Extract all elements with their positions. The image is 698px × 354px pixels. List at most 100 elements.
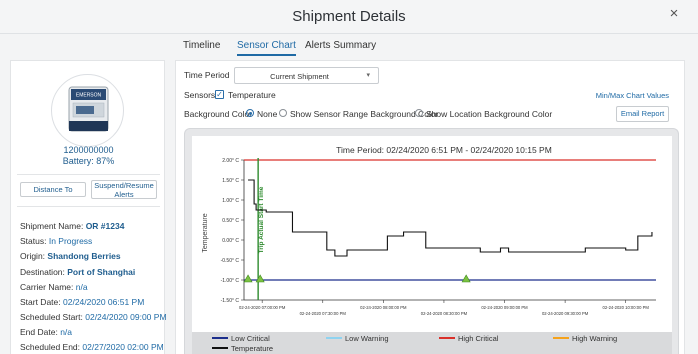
- origin-row: Origin: Shandong Berries: [20, 251, 121, 261]
- end-date-row: End Date: n/a: [20, 327, 72, 337]
- device-logo-text: EMERSON: [76, 93, 102, 99]
- shipment-name-value: OR #1234: [85, 221, 125, 231]
- shipment-name-label: Shipment Name:: [20, 221, 84, 231]
- scheduled-start-row: Scheduled Start: 02/24/2020 09:00 PM: [20, 312, 167, 322]
- legend-high-warning: High Warning: [553, 334, 617, 343]
- x-tick-label: 02-24-2020 10:00:00 PM: [603, 305, 650, 310]
- battery-level: Battery: 87%: [62, 156, 115, 166]
- time-period-label: Time Period: [184, 70, 230, 80]
- email-report-button[interactable]: Email Report: [616, 106, 669, 122]
- x-tick-label: 02-24-2020 07:30:00 PM: [300, 311, 347, 316]
- legend-high-critical: High Critical: [439, 334, 498, 343]
- end-date-label: End Date:: [20, 327, 58, 337]
- legend-label: High Critical: [458, 334, 499, 343]
- tab-sensor-chart[interactable]: Sensor Chart: [237, 40, 296, 56]
- bg-location-radio[interactable]: [415, 109, 423, 117]
- distance-to-button[interactable]: Distance To: [20, 182, 86, 197]
- device-image: EMERSON: [51, 74, 124, 147]
- carrier-row: Carrier Name: n/a: [20, 282, 88, 292]
- temperature-series: [248, 179, 653, 257]
- scheduled-end-value: 02/27/2020 02:00 PM: [82, 342, 164, 352]
- shipment-name-row: Shipment Name: OR #1234: [20, 221, 124, 231]
- background-color-label: Background Color: [184, 109, 253, 119]
- y-tick-label: 1.00° C: [222, 198, 239, 204]
- divider: [17, 206, 160, 207]
- x-tick-label: 02-24-2020 08:30:00 PM: [421, 311, 468, 316]
- scheduled-start-value: 02/24/2020 09:00 PM: [85, 312, 167, 322]
- temperature-tracker-device-icon: EMERSON: [68, 86, 109, 132]
- bg-none-radio[interactable]: [246, 109, 254, 117]
- status-label: Status:: [20, 236, 47, 246]
- legend-swatch: [326, 337, 342, 340]
- status-row: Status: In Progress: [20, 236, 92, 246]
- y-tick-label: 1.50° C: [222, 178, 239, 184]
- destination-value: Port of Shanghai: [67, 267, 136, 277]
- end-date-value: n/a: [60, 327, 73, 337]
- event-markers: [243, 274, 471, 283]
- modal-title: Shipment Details: [292, 8, 406, 25]
- y-tick-label: 0.00° C: [222, 238, 239, 244]
- modal-header: Shipment Details ×: [0, 0, 698, 34]
- start-date-row: Start Date: 02/24/2020 06:51 PM: [20, 297, 144, 307]
- chart-frame: Time Period: 02/24/2020 6:51 PM - 02/24/…: [184, 128, 679, 354]
- legend-swatch: [439, 337, 455, 340]
- close-icon[interactable]: ×: [666, 5, 682, 23]
- legend-label: Temperature: [231, 344, 274, 353]
- bg-none-label: None: [257, 109, 278, 119]
- destination-label: Destination:: [20, 267, 65, 277]
- temperature-chart: Time Period: 02/24/2020 6:51 PM - 02/24/…: [202, 145, 656, 316]
- origin-label: Origin:: [20, 251, 46, 261]
- legend-label: Low Warning: [345, 334, 389, 343]
- origin-value: Shandong Berries: [47, 251, 121, 261]
- y-tick-label: -1.00° C: [221, 278, 240, 284]
- sensor-chart-panel: Time Period Current Shipment ▾ Sensors ✓…: [175, 60, 685, 354]
- legend-low-warning: Low Warning: [326, 334, 389, 343]
- x-tick-label: 02-24-2020 08:00:00 PM: [360, 305, 407, 310]
- temperature-sensor-label: Temperature: [228, 90, 276, 100]
- scheduled-start-label: Scheduled Start:: [20, 312, 83, 322]
- carrier-value: n/a: [75, 282, 88, 292]
- y-tick-label: 0.50° C: [222, 218, 239, 224]
- carrier-label: Carrier Name:: [20, 282, 74, 292]
- chart-axes: [243, 160, 656, 301]
- time-period-value: Current Shipment: [270, 72, 329, 81]
- axis-ticks: 2.00° C 1.50° C 1.00° C 0.50° C 0.00° C -0.50…: [221, 158, 650, 316]
- series-line-temperature: [248, 179, 653, 257]
- legend-label: Low Critical: [231, 334, 270, 343]
- min-max-chart-values-link[interactable]: Min/Max Chart Values: [596, 91, 669, 100]
- y-tick-label: -0.50° C: [221, 258, 240, 264]
- scheduled-end-label: Scheduled End:: [20, 342, 81, 352]
- y-tick-label: -1.50° C: [221, 298, 240, 304]
- warning-marker-icon: [255, 274, 265, 283]
- start-date-value: 02/24/2020 06:51 PM: [63, 297, 145, 307]
- chevron-down-icon: ▾: [366, 72, 370, 79]
- bg-sensor-range-radio[interactable]: [279, 109, 287, 117]
- time-period-select[interactable]: Current Shipment ▾: [234, 67, 379, 84]
- threshold-lines: [244, 159, 656, 281]
- status-value: In Progress: [48, 236, 93, 246]
- suspend-resume-alerts-button[interactable]: Suspend/Resume Alerts: [91, 180, 157, 199]
- legend-swatch: [212, 337, 228, 340]
- y-tick-label: 2.00° C: [222, 158, 239, 164]
- chart-legend: Low Critical Low Warning High Critical H…: [192, 332, 672, 354]
- start-date-label: Start Date:: [20, 297, 61, 307]
- legend-label: High Warning: [572, 334, 618, 343]
- divider: [17, 174, 160, 175]
- legend-low-critical: Low Critical: [212, 334, 270, 343]
- x-tick-label: 02-24-2020 09:00:00 PM: [481, 305, 528, 310]
- trip-start-label: Trip Actual Start Time: [258, 186, 265, 253]
- tab-alerts-summary[interactable]: Alerts Summary: [305, 40, 376, 54]
- device-info-panel: EMERSON 1200000000 Battery: 87% Distance…: [10, 60, 167, 354]
- device-id: 1200000000: [63, 145, 114, 155]
- warning-marker-icon: [243, 274, 253, 283]
- warning-marker-icon: [461, 274, 471, 283]
- x-tick-label: 02-24-2020 07:00:00 PM: [239, 305, 286, 310]
- tab-timeline[interactable]: Timeline: [183, 40, 220, 54]
- legend-swatch: [212, 347, 228, 350]
- sensors-label: Sensors: [184, 90, 216, 100]
- temperature-checkbox[interactable]: ✓: [215, 90, 224, 99]
- bg-location-label: Show Location Background Color: [426, 109, 553, 119]
- destination-row: Destination: Port of Shanghai: [20, 267, 135, 277]
- chart-title: Time Period: 02/24/2020 6:51 PM - 02/24/…: [336, 145, 552, 155]
- scheduled-end-row: Scheduled End: 02/27/2020 02:00 PM: [20, 342, 164, 352]
